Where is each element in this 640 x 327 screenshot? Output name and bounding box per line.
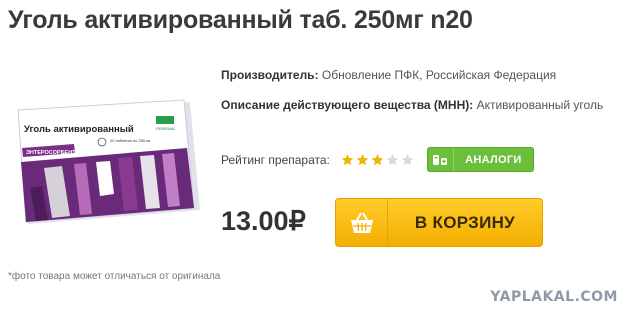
- star-filled-icon[interactable]: [355, 153, 370, 167]
- add-to-cart-label: В КОРЗИНУ: [414, 212, 516, 232]
- substance-value: Активированный уголь: [476, 98, 604, 112]
- price: 13.00₽: [221, 206, 306, 236]
- basket-icon: [336, 199, 388, 246]
- manufacturer-label: Производитель:: [221, 68, 319, 82]
- box-title-text: Уголь активированный: [24, 124, 134, 135]
- product-image: ЭНТЕРОСОРБЕНТ Уголь активированный RENEW…: [14, 98, 204, 230]
- star-empty-icon[interactable]: [385, 153, 400, 167]
- page-title: Уголь активированный таб. 250мг n20: [8, 6, 473, 34]
- rating-stars[interactable]: [340, 153, 415, 167]
- add-to-cart-button[interactable]: В КОРЗИНУ: [335, 198, 543, 247]
- photo-disclaimer: *фото товара может отличаться от оригина…: [8, 271, 221, 282]
- rating-label: Рейтинг препарата:: [221, 152, 330, 167]
- substance-line: Описание действующего вещества (МНН): Ак…: [221, 98, 603, 112]
- product-box-illustration: ЭНТЕРОСОРБЕНТ Уголь активированный RENEW…: [17, 99, 200, 224]
- rating-row: Рейтинг препарата: АНАЛОГИ: [221, 147, 534, 172]
- box-tag-text: ЭНТЕРОСОРБЕНТ: [26, 150, 76, 156]
- analogs-button[interactable]: АНАЛОГИ: [426, 147, 534, 172]
- box-caption-text: 20 таблеток по 250 мг: [110, 138, 151, 143]
- star-empty-icon[interactable]: [400, 153, 415, 167]
- substance-label: Описание действующего вещества (МНН):: [221, 98, 474, 112]
- star-filled-icon[interactable]: [340, 153, 355, 167]
- manufacturer-line: Производитель: Обновление ПФК, Российска…: [221, 68, 556, 82]
- pills-icon: [428, 148, 454, 171]
- star-filled-icon[interactable]: [370, 153, 385, 167]
- analogs-label: АНАЛОГИ: [465, 153, 522, 166]
- box-brand-text: RENEWAL: [156, 126, 176, 131]
- site-watermark: YAPLAKAL.COM: [490, 289, 618, 305]
- manufacturer-value: Обновление ПФК, Российская Федерация: [321, 68, 557, 82]
